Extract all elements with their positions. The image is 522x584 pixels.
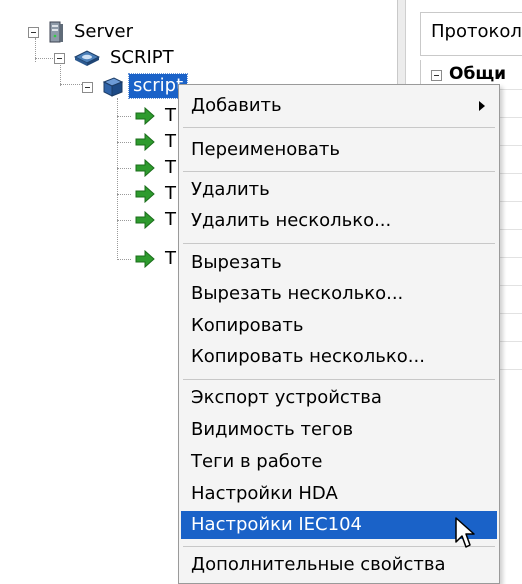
menu-item-delete[interactable]: Удалить [181,176,497,204]
tree-line [117,194,131,195]
tree-label-tag: T [165,209,176,230]
collapse-toggle[interactable] [28,27,39,38]
menu-item-rename[interactable]: Переименовать [181,136,497,164]
menu-item-hda-settings[interactable]: Настройки HDA [181,480,497,508]
menu-item-iec104-settings[interactable]: Настройки IEC104 [181,511,497,539]
tree-label-tag: T [165,105,176,126]
menu-item-label: Переименовать [191,139,340,160]
properties-tab[interactable]: Протокол [420,12,522,56]
menu-item-add[interactable]: Добавить [181,92,497,120]
menu-item-tag-visibility[interactable]: Видимость тегов [181,416,497,444]
tree-label-tag: T [165,131,176,152]
context-menu: Добавить Переименовать Удалить Удалить н… [178,84,500,584]
menu-item-tags-in-work[interactable]: Теги в работе [181,448,497,476]
menu-item-export-device[interactable]: Экспорт устройства [181,384,497,412]
menu-separator [183,243,495,244]
menu-item-label: Удалить [191,179,270,200]
menu-item-label: Копировать [191,315,304,336]
menu-item-copy-multiple[interactable]: Копировать несколько... [181,343,497,371]
tree-line [117,142,131,143]
server-icon [49,21,63,43]
menu-item-label: Вырезать [191,252,282,273]
menu-item-label: Настройки HDA [191,483,338,504]
tree-node-tag[interactable]: T [117,156,187,182]
menu-separator [183,546,495,547]
tree-label-script-group: SCRIPT [110,47,174,68]
tree-line [117,220,131,221]
menu-separator [183,171,495,172]
tag-arrow-icon [135,211,155,229]
collapse-toggle[interactable] [431,70,442,81]
mouse-cursor-icon [455,517,475,548]
tree-node-script-group[interactable]: SCRIPT [48,46,248,72]
menu-item-label: Видимость тегов [191,419,354,440]
tree-node-tag[interactable]: T [117,104,187,130]
tree-node-tag[interactable]: T [117,182,187,208]
tree-label-tag: T [165,183,176,204]
tag-arrow-icon [135,185,155,203]
properties-tab-title: Протокол [431,21,522,42]
property-group-label: Общи [449,64,507,84]
tree-label-tag: T [165,248,176,269]
menu-separator [183,127,495,128]
menu-item-cut[interactable]: Вырезать [181,249,497,277]
menu-item-label: Копировать несколько... [191,346,425,367]
tree-node-server[interactable]: Server [24,20,224,46]
tag-arrow-icon [135,133,155,151]
tag-arrow-icon [135,159,155,177]
device-icon [102,77,124,97]
menu-separator [183,379,495,380]
menu-item-delete-multiple[interactable]: Удалить несколько... [181,207,497,235]
tag-arrow-icon [135,250,155,268]
menu-item-label: Удалить несколько... [191,210,392,231]
menu-item-label: Добавить [191,95,282,116]
tree-line [117,116,131,117]
collapse-toggle[interactable] [82,82,93,93]
tag-arrow-icon [135,107,155,125]
menu-item-label: Экспорт устройства [191,387,382,408]
tree-line [117,259,131,260]
menu-item-copy[interactable]: Копировать [181,312,497,340]
tree-label-server: Server [74,21,134,42]
tree-node-tag[interactable]: T [117,247,187,273]
tree-line [117,168,131,169]
menu-item-label: Настройки IEC104 [191,514,362,535]
menu-item-label: Вырезать несколько... [191,283,404,304]
collapse-toggle[interactable] [54,53,65,64]
tree-node-tag[interactable]: T [117,130,187,156]
tree-label-tag: T [165,157,176,178]
device-group-icon [74,50,100,66]
menu-item-additional-properties[interactable]: Дополнительные свойства [181,551,497,579]
menu-item-label: Дополнительные свойства [191,554,446,575]
submenu-arrow-icon [479,101,485,111]
menu-item-label: Теги в работе [191,451,323,472]
tree-node-tag[interactable]: T [117,208,187,234]
menu-item-cut-multiple[interactable]: Вырезать несколько... [181,280,497,308]
